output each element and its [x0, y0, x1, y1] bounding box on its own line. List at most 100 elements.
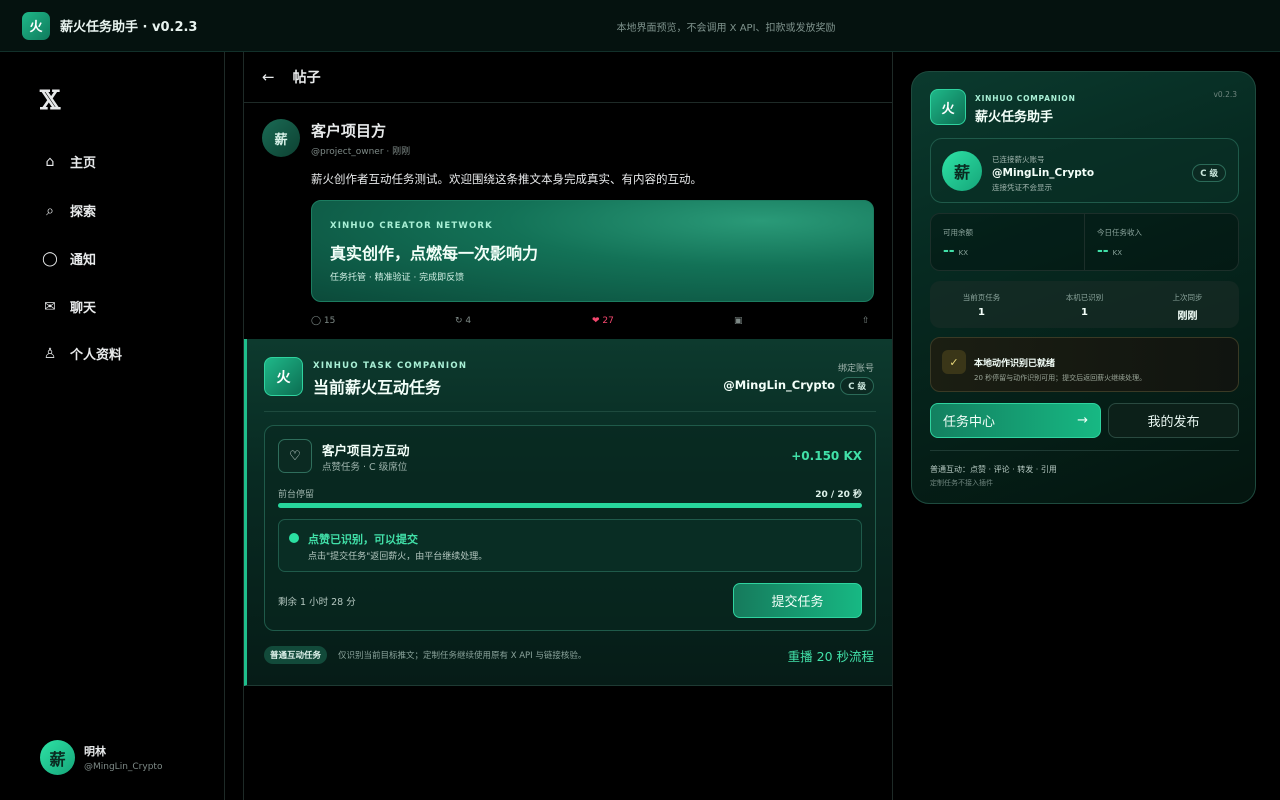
status-title: 点赞已识别，可以提交	[308, 533, 418, 546]
ready-notice: ✓ 本地动作识别已就绪 20 秒停留与动作识别可用；提交后返回薪火继续处理。	[930, 337, 1239, 392]
nav-item-explore[interactable]: ⌕ 探索	[40, 201, 97, 221]
stat-label: 上次同步	[1172, 293, 1203, 302]
balance-label: 可用余额	[943, 228, 973, 237]
nav-item-messages[interactable]: ✉ 聊天	[40, 297, 97, 317]
post-header: ← 帖子	[244, 52, 892, 103]
ready-title: 本地动作识别已就绪	[974, 359, 1056, 369]
time-remaining: 剩余 1 小时 28 分	[278, 597, 356, 608]
balance-value: --	[943, 243, 955, 259]
footer-note: 定制任务不接入插件	[930, 479, 993, 487]
stat-value: 1	[978, 307, 985, 318]
connected-account: 薪 已连接薪火账号 @MingLin_Crypto 连接凭证不会显示 C 级	[930, 138, 1239, 203]
stat-value: 1	[1081, 307, 1088, 318]
avatar: 薪	[942, 151, 982, 191]
account-handle: @MingLin_Crypto	[992, 167, 1095, 179]
footer-supported: 普通互动：点赞 · 评论 · 转发 · 引用	[930, 465, 1057, 474]
nav-item-label: 通知	[70, 253, 97, 268]
stat-label: 本机已识别	[1065, 293, 1104, 302]
arrow-right-icon: →	[1077, 413, 1088, 428]
companion-panel: 火 XINHUO COMPANION 薪火任务助手 v0.2.3 薪 已连接薪火…	[911, 71, 1256, 504]
panel-version: v0.2.3	[1213, 90, 1237, 99]
nav-item-label: 聊天	[70, 301, 97, 316]
preview-notice: 本地界面预览，不会调用 X API、扣款或发放奖励	[616, 23, 836, 34]
fire-logo-icon: 火	[930, 89, 966, 125]
stat-recognized: 本机已识别 1	[1033, 281, 1136, 328]
task-title: 客户项目方互动	[322, 443, 410, 458]
retweet-button[interactable]: ↻ 4	[455, 316, 471, 326]
author-name[interactable]: 客户项目方	[311, 120, 386, 141]
balance-today: 今日任务收入 -- KX	[1084, 214, 1238, 270]
stat-value: 刚刚	[1177, 311, 1198, 322]
nav-item-label: 主页	[70, 156, 97, 171]
back-arrow-icon[interactable]: ←	[262, 68, 275, 86]
button-label: 任务中心	[943, 415, 996, 430]
status-dot-icon	[289, 533, 299, 543]
divider	[930, 450, 1239, 451]
balance-summary: 可用余额 -- KX 今日任务收入 -- KX	[930, 213, 1239, 271]
bookmark-icon[interactable]: ▣	[734, 316, 743, 326]
banner-kicker: XINHUO CREATOR NETWORK	[330, 221, 493, 231]
task-subtitle: 点赞任务 · C 级席位	[322, 462, 408, 473]
replay-button[interactable]: 重播 20 秒流程	[788, 646, 874, 665]
banner-subtitle: 任务托管 · 精准验证 · 完成即反馈	[330, 273, 465, 283]
divider	[264, 411, 876, 412]
bound-account-label: 绑定账号	[837, 364, 874, 374]
account-name: 明林	[84, 745, 106, 758]
author-handle: @project_owner · 刚刚	[311, 147, 411, 157]
search-icon: ⌕	[46, 202, 54, 219]
account-desc: 连接凭证不会显示	[992, 183, 1052, 192]
stat-page-tasks: 当前页任务 1	[930, 281, 1033, 328]
fire-logo-icon: 火	[264, 357, 303, 396]
account-handle: @MingLin_Crypto	[84, 762, 163, 772]
task-reward: +0.150 KX	[791, 449, 862, 463]
progress-fill	[278, 503, 862, 508]
left-sidebar: 𝕏 ⌂ 主页 ⌕ 探索 ◯ 通知 ✉ 聊天 ♙ 个人资料 薪 明林 @MingL…	[0, 52, 225, 800]
person-icon: ♙	[43, 345, 57, 362]
tweet: 薪 客户项目方 @project_owner · 刚刚 薪火创作者互动任务测试。…	[244, 103, 892, 338]
tweet-media-banner[interactable]: XINHUO CREATOR NETWORK 真实创作，点燃每一次影响力 任务托…	[311, 200, 874, 302]
submit-task-button[interactable]: 提交任务	[733, 583, 862, 618]
nav-item-label: 个人资料	[70, 348, 123, 363]
nav-item-profile[interactable]: ♙ 个人资料	[40, 344, 123, 364]
reply-button[interactable]: ◯ 15	[311, 316, 335, 326]
ready-desc: 20 秒停留与动作识别可用；提交后返回薪火继续处理。	[974, 374, 1147, 382]
author-avatar[interactable]: 薪	[262, 119, 300, 157]
tweet-actions: ◯ 15 ↻ 4 ❤ 27 ▣ ⇧	[311, 316, 874, 330]
main-column: ← 帖子 薪 客户项目方 @project_owner · 刚刚 薪火创作者互动…	[243, 52, 893, 800]
my-posts-button[interactable]: 我的发布	[1108, 403, 1239, 438]
account-switcher[interactable]: 薪 明林 @MingLin_Crypto	[40, 740, 162, 775]
task-center-button[interactable]: 任务中心 →	[930, 403, 1101, 438]
tweet-text: 薪火创作者互动任务测试。欢迎围绕这条推文本身完成真实、有内容的互动。	[311, 172, 702, 186]
like-button[interactable]: ❤ 27	[592, 316, 614, 326]
avatar: 薪	[40, 740, 75, 775]
nav-item-notifications[interactable]: ◯ 通知	[40, 249, 97, 269]
home-icon: ⌂	[45, 153, 55, 170]
nav-item-label: 探索	[70, 205, 97, 220]
task-detail: ♡ 客户项目方互动 点赞任务 · C 级席位 +0.150 KX 前台停留 20…	[264, 425, 876, 631]
panel-title: 薪火任务助手	[975, 110, 1054, 125]
level-badge: C 级	[1192, 164, 1226, 182]
nav-item-home[interactable]: ⌂ 主页	[40, 152, 97, 172]
bound-account: @MingLin_Crypto	[723, 378, 835, 392]
task-card: 火 XINHUO TASK COMPANION 当前薪火互动任务 绑定账号 @M…	[244, 339, 892, 686]
level-badge: C 级	[840, 377, 874, 395]
account-label: 已连接薪火账号	[992, 155, 1045, 164]
task-type-tag: 普通互动任务	[264, 646, 328, 664]
x-logo-icon[interactable]: 𝕏	[40, 86, 60, 116]
app-topbar: 火 薪火任务助手 · v0.2.3 本地界面预览，不会调用 X API、扣款或发…	[0, 0, 1280, 52]
stat-last-sync: 上次同步 刚刚	[1136, 281, 1239, 328]
mail-icon: ✉	[44, 298, 56, 315]
task-note: 仅识别当前目标推文；定制任务继续使用原有 X API 与链接核验。	[338, 651, 587, 661]
panel-kicker: XINHUO COMPANION	[975, 94, 1076, 103]
progress-bar	[278, 503, 862, 508]
task-kicker: XINHUO TASK COMPANION	[313, 361, 468, 371]
balance-value: --	[1097, 243, 1109, 259]
banner-headline: 真实创作，点燃每一次影响力	[330, 244, 539, 263]
progress-value: 20 / 20 秒	[815, 490, 862, 500]
heart-icon: ♡	[278, 439, 312, 473]
share-icon[interactable]: ⇧	[862, 316, 870, 326]
balance-available: 可用余额 -- KX	[931, 214, 1084, 270]
balance-label: 今日任务收入	[1097, 228, 1142, 237]
page-title: 帖子	[292, 70, 321, 86]
stat-label: 当前页任务	[962, 293, 1001, 302]
